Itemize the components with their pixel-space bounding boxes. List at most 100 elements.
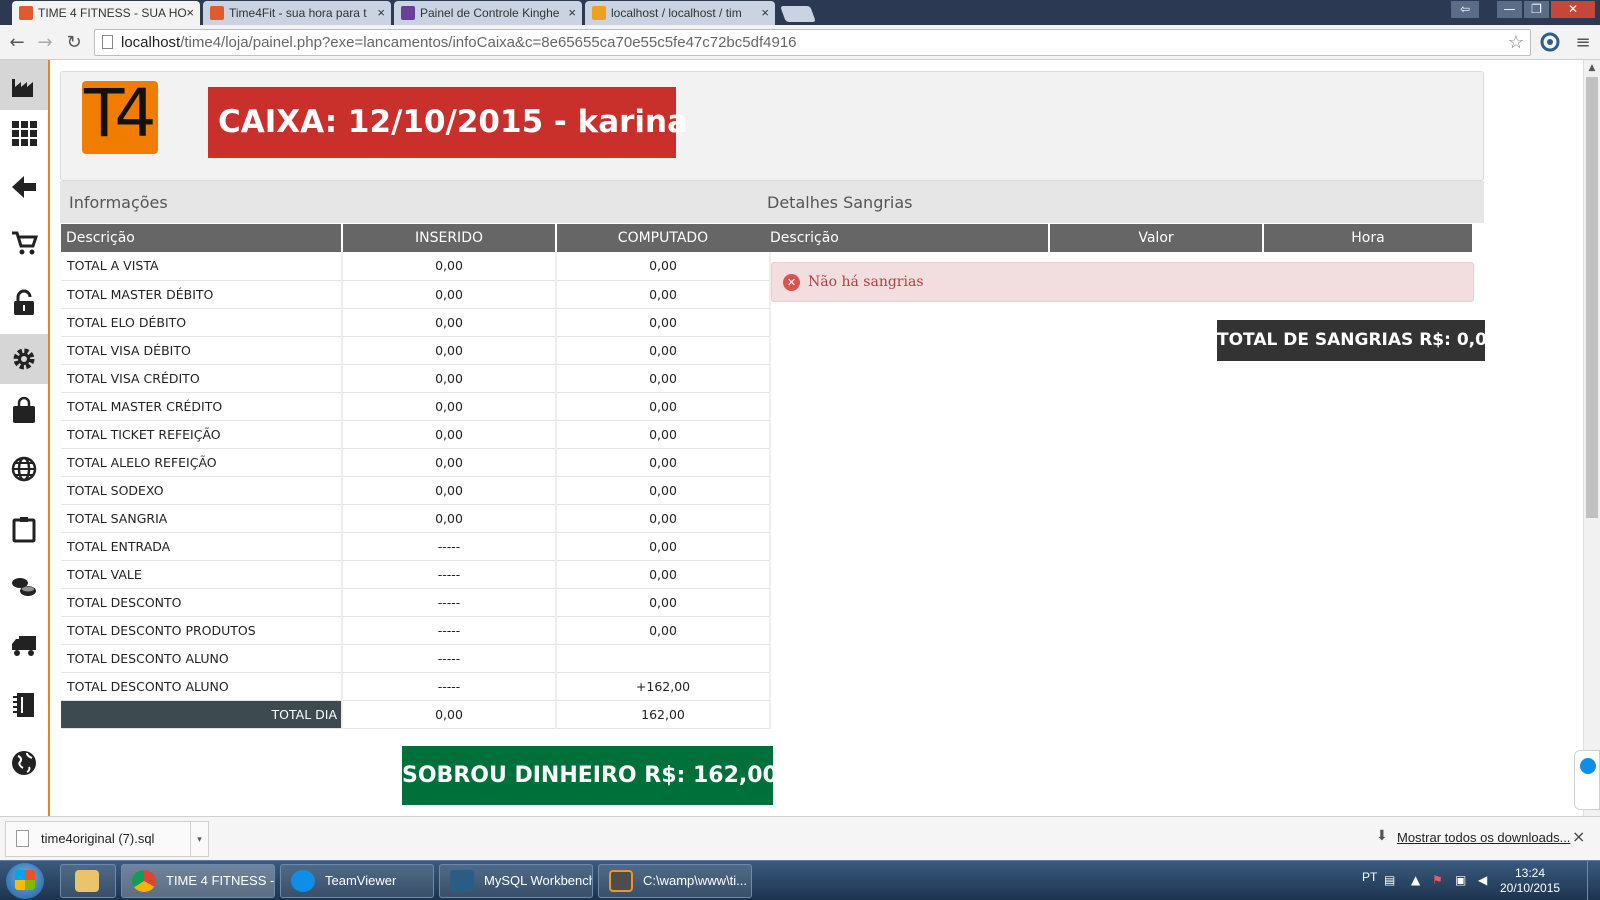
sidebar-item-back[interactable] (0, 162, 48, 212)
system-clock[interactable]: 13:24 20/10/2015 (1500, 866, 1560, 896)
file-icon (16, 830, 29, 847)
back-arrow-icon[interactable]: ← (6, 32, 28, 54)
extension-icon[interactable] (1539, 32, 1561, 54)
close-icon[interactable]: × (761, 5, 769, 20)
taskbar-label: TIME 4 FITNESS - ... (166, 873, 275, 888)
sangrias-table-header: Descrição Valor Hora (765, 224, 1474, 252)
taskbar-label: TeamViewer (325, 873, 397, 888)
windows-taskbar: TIME 4 FITNESS - ... TeamViewer MySQL Wo… (0, 860, 1600, 900)
teamviewer-icon (1580, 758, 1596, 774)
new-tab-button[interactable] (780, 6, 816, 22)
close-icon[interactable]: × (1572, 827, 1585, 846)
taskbar-item-chrome[interactable]: TIME 4 FITNESS - ... (121, 864, 275, 898)
user-profile-icon[interactable]: ⇦ (1450, 0, 1480, 19)
close-icon[interactable]: × (568, 5, 576, 20)
cell-descricao: TOTAL DESCONTO PRODUTOS (61, 616, 343, 645)
teamviewer-quickconnect[interactable] (1574, 750, 1600, 810)
col-valor: Valor (1049, 224, 1264, 252)
cell-computado: 0,00 (556, 364, 771, 393)
show-desktop-button[interactable] (1587, 861, 1600, 900)
download-arrow-icon: ⬇ (1376, 828, 1388, 844)
tab-painel-kinghost[interactable]: Painel de Controle Kinghe × (394, 1, 582, 25)
cell-total-inserido: 0,00 (342, 700, 557, 729)
cell-total-label: TOTAL DIA (61, 700, 343, 729)
cell-descricao: TOTAL VALE (61, 560, 343, 589)
start-button[interactable] (6, 863, 44, 899)
scroll-thumb[interactable] (1586, 77, 1598, 518)
taskbar-explorer[interactable] (60, 864, 116, 898)
sidebar-item-world[interactable] (0, 738, 48, 788)
cell-inserido: 0,00 (342, 280, 557, 309)
sidebar-item-clipboard[interactable] (0, 504, 48, 554)
cell-computado: 0,00 (556, 308, 771, 337)
header-panel: T4 CAIXA: 12/10/2015 - karina (60, 71, 1484, 181)
network-icon[interactable]: ▣ (1455, 873, 1469, 887)
table-row: TOTAL SANGRIA 0,00 0,00 (61, 504, 771, 533)
forward-arrow-icon[interactable]: → (34, 32, 56, 54)
download-item[interactable]: time4original (7).sql ▾ (5, 821, 209, 857)
menu-icon[interactable]: ≡ (1572, 32, 1594, 54)
cell-computado: 0,00 (556, 560, 771, 589)
coins-icon (12, 578, 36, 596)
main-content: T4 CAIXA: 12/10/2015 - karina Informaçõe… (51, 60, 1583, 816)
cell-inserido: ----- (342, 588, 557, 617)
col-computado: COMPUTADO (556, 224, 771, 252)
cell-inserido: ----- (342, 532, 557, 561)
sidebar-item-notebook[interactable] (0, 680, 48, 730)
cell-descricao: TOTAL VISA DÉBITO (61, 336, 343, 365)
cell-descricao: TOTAL ENTRADA (61, 532, 343, 561)
sidebar-item-factory[interactable] (0, 60, 48, 110)
cell-computado: 0,00 (556, 504, 771, 533)
sidebar-item-dashboard[interactable] (0, 108, 48, 158)
scroll-up-icon[interactable]: ▲ (1584, 60, 1600, 76)
close-icon[interactable]: × (186, 5, 194, 20)
tab-time4fit[interactable]: Time4Fit - sua hora para t × (203, 1, 391, 25)
sidebar-item-globe[interactable] (0, 444, 48, 494)
page-scrollbar[interactable]: ▲ ▼ (1583, 60, 1600, 816)
clock-time: 13:24 (1514, 866, 1546, 880)
table-row: TOTAL ELO DÉBITO 0,00 0,00 (61, 308, 771, 337)
table-row: TOTAL VISA CRÉDITO 0,00 0,00 (61, 364, 771, 393)
info-table: Descrição INSERIDO COMPUTADO TOTAL A VIS… (61, 224, 771, 729)
chevron-down-icon[interactable]: ▾ (190, 822, 208, 856)
bookmark-star-icon[interactable]: ☆ (1508, 30, 1524, 55)
gear-icon (13, 348, 35, 370)
show-all-downloads-link[interactable]: Mostrar todos os downloads... (1397, 830, 1570, 845)
tray-expand-icon[interactable]: ▲ (1411, 873, 1425, 887)
sidebar-item-coins[interactable] (0, 562, 48, 612)
cell-descricao: TOTAL SODEXO (61, 476, 343, 505)
table-row: TOTAL VALE ----- 0,00 (61, 560, 771, 589)
sidebar-item-truck[interactable] (0, 620, 48, 670)
alert-message: Não há sangrias (808, 274, 924, 290)
sidebar-item-bag[interactable] (0, 386, 48, 436)
taskbar-item-mysql-workbench[interactable]: MySQL Workbench (439, 864, 593, 898)
taskbar-item-teamviewer[interactable]: TeamViewer (280, 864, 434, 898)
close-icon[interactable]: × (377, 5, 385, 20)
sobrou-dinheiro-badge: SOBROU DINHEIRO R$: 162,00 (402, 746, 778, 805)
cell-descricao: TOTAL DESCONTO (61, 588, 343, 617)
cell-descricao: TOTAL SANGRIA (61, 504, 343, 533)
tab-time4-fitness[interactable]: TIME 4 FITNESS - SUA HO × (12, 1, 200, 25)
sidebar-item-unlock[interactable] (0, 278, 48, 328)
language-indicator[interactable]: PT (1362, 870, 1377, 884)
window-close-icon[interactable]: ✕ (1550, 0, 1596, 19)
minimize-icon[interactable]: — (1496, 0, 1523, 19)
sidebar-item-settings[interactable] (0, 334, 48, 384)
address-bar[interactable]: localhost/time4/loja/painel.php?exe=lanc… (94, 29, 1531, 56)
tab-label: Painel de Controle Kinghe (420, 6, 560, 20)
restore-icon[interactable]: ❐ (1523, 0, 1550, 19)
taskbar-item-sublime[interactable]: C:\wamp\www\ti... (598, 864, 752, 898)
action-center-icon[interactable]: ⚑ (1432, 873, 1446, 887)
t4-logo: T4 (82, 81, 158, 154)
cell-descricao: TOTAL ALELO REFEIÇÃO (61, 448, 343, 477)
cell-descricao: TOTAL TICKET REFEIÇÃO (61, 420, 343, 449)
cell-descricao: TOTAL MASTER CRÉDITO (61, 392, 343, 421)
downloads-bar: time4original (7).sql ▾ ⬇ Mostrar todos … (0, 816, 1600, 860)
table-row: TOTAL A VISTA 0,00 0,00 (61, 252, 771, 281)
sidebar-item-cart[interactable] (0, 218, 48, 268)
keyboard-icon[interactable]: ▤ (1384, 873, 1398, 887)
page-title: CAIXA: 12/10/2015 - karina (208, 87, 688, 158)
tab-phpmyadmin[interactable]: localhost / localhost / tim × (585, 1, 775, 25)
volume-icon[interactable]: ◀ (1478, 873, 1492, 887)
reload-icon[interactable]: ↻ (63, 32, 85, 54)
